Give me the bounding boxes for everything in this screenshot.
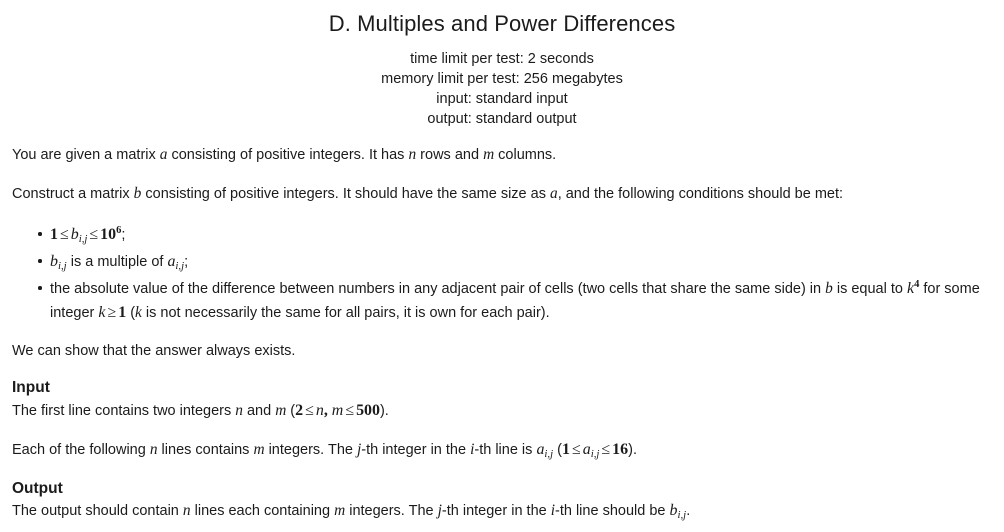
problem-header: D. Multiples and Power Differences time …	[12, 0, 992, 129]
text-fragment: is a multiple of	[66, 254, 168, 271]
math-variable-a: a	[582, 440, 591, 458]
text-fragment: (	[553, 441, 562, 458]
math-variable-k: k	[906, 280, 915, 298]
text-fragment: consisting of positive integers. It shou…	[141, 185, 550, 202]
statement-paragraph-1: You are given a matrix a consisting of p…	[12, 145, 992, 165]
list-item: bi,j is a multiple of ai,j;	[12, 250, 992, 274]
math-variable-m: m	[331, 402, 344, 420]
math-operator-leq: ≤	[89, 226, 99, 244]
math-comma: ,	[323, 402, 328, 420]
output-section-heading: Output	[12, 479, 63, 497]
text-fragment: -th line is	[474, 441, 537, 458]
math-operator-leq: ≤	[571, 440, 581, 458]
statement-paragraph-2: Construct a matrix b consisting of posit…	[12, 184, 992, 204]
text-fragment: (	[126, 305, 136, 322]
math-variable-b: b	[50, 253, 58, 271]
math-expression-bound-b: 1 ≤ bi,j ≤106	[50, 226, 121, 245]
math-variable-n: n	[408, 145, 417, 163]
math-variable-m: m	[483, 145, 495, 163]
text-fragment: and	[242, 403, 276, 420]
math-variable-b-ij: bi,j	[50, 253, 67, 273]
text-fragment: ).	[628, 441, 637, 458]
list-item: the absolute value of the difference bet…	[12, 277, 992, 325]
text-fragment: ).	[379, 403, 389, 420]
math-variable-k: k	[135, 304, 142, 322]
math-variable-n: n	[182, 502, 191, 520]
text-fragment: rows and	[416, 146, 484, 163]
output-paragraph-1: The output should contain n lines each c…	[12, 500, 992, 522]
statement-body: You are given a matrix a consisting of p…	[12, 145, 992, 362]
text-fragment: lines each containing	[190, 503, 335, 520]
math-subscript-ij: i,j	[677, 509, 687, 522]
text-fragment: integers. The	[345, 503, 438, 520]
text-fragment: (	[286, 403, 296, 420]
text-fragment: integers. The	[264, 441, 357, 458]
math-operator-geq: ≥	[107, 304, 117, 322]
math-expression-nm-range: 2 ≤ n, m ≤500	[295, 402, 380, 419]
math-expression-a-range: 1 ≤ ai,j ≤16	[562, 440, 629, 459]
input-paragraph-2: Each of the following n lines contains m…	[12, 439, 992, 461]
math-variable-a: a	[550, 184, 558, 202]
output-mode-line: output: standard output	[427, 110, 577, 127]
input-section: Input The first line contains two intege…	[12, 377, 992, 460]
text-fragment: The output should contain	[12, 503, 183, 520]
math-number-one: 1	[118, 304, 127, 322]
text-fragment: You are given a matrix	[12, 146, 160, 163]
input-mode-line: input: standard input	[436, 90, 568, 107]
math-expression-k-fourth: k4	[906, 280, 919, 298]
problem-limits: time limit per test: 2 seconds memory li…	[12, 49, 992, 129]
text-fragment: ;	[184, 254, 189, 271]
memory-limit-line: memory limit per test: 256 megabytes	[381, 70, 623, 87]
page-title: D. Multiples and Power Differences	[328, 11, 676, 36]
math-variable-m: m	[275, 402, 287, 420]
text-fragment: -th line should be	[555, 503, 670, 520]
text-fragment: Each of the following	[12, 441, 150, 458]
text-fragment: is equal to	[832, 281, 907, 298]
math-expression-k-geq-one: k ≥1	[98, 304, 126, 321]
text-fragment: columns.	[494, 146, 557, 163]
input-section-heading: Input	[12, 379, 50, 397]
statement-paragraph-3: We can show that the answer always exist…	[12, 343, 296, 360]
text-fragment: -th integer in the	[361, 441, 471, 458]
math-operator-leq: ≤	[59, 226, 69, 244]
text-fragment: , and the following conditions should be…	[557, 185, 844, 202]
math-number-ten: 10	[100, 226, 117, 244]
list-item: 1 ≤ bi,j ≤106;	[12, 223, 992, 247]
math-variable-b-ij: bi,j	[669, 502, 687, 522]
text-fragment: is not necessarily the same for all pair…	[141, 305, 550, 322]
problem-statement-page: D. Multiples and Power Differences time …	[0, 0, 1004, 522]
math-variable-b: b	[825, 280, 833, 298]
time-limit-line: time limit per test: 2 seconds	[410, 50, 594, 67]
math-variable-a-ij: ai,j	[536, 441, 554, 460]
math-variable-a-ij: ai,j	[167, 253, 185, 273]
math-number-one: 1	[50, 226, 58, 244]
math-number-16: 16	[612, 440, 629, 458]
text-fragment: Construct a matrix	[12, 185, 134, 202]
math-subscript-ij: i,j	[544, 447, 554, 460]
math-subscript-ij: i,j	[175, 260, 185, 273]
math-number-500: 500	[356, 402, 380, 420]
math-variable-m: m	[334, 502, 346, 520]
math-operator-leq: ≤	[601, 440, 611, 458]
text-fragment: ;	[121, 227, 126, 244]
math-operator-leq: ≤	[345, 402, 355, 420]
math-operator-leq: ≤	[305, 402, 314, 420]
conditions-list: 1 ≤ bi,j ≤106; bi,j is a multiple of ai,j; …	[12, 223, 992, 325]
input-paragraph-1: The first line contains two integers n a…	[12, 400, 992, 422]
text-fragment: The first line contains two integers	[12, 403, 236, 420]
math-variable-n: n	[315, 402, 324, 420]
math-variable-m: m	[253, 440, 265, 458]
math-variable-n: n	[235, 402, 243, 420]
text-fragment: .	[686, 503, 691, 520]
math-number-one: 1	[562, 440, 570, 458]
output-section: Output The output should contain n lines…	[12, 478, 992, 522]
text-fragment: the absolute value of the difference bet…	[50, 281, 826, 298]
text-fragment: consisting of positive integers. It has	[167, 146, 409, 163]
math-variable-n: n	[149, 440, 158, 458]
math-number-two: 2	[295, 402, 304, 420]
text-fragment: lines contains	[157, 441, 254, 458]
math-variable-b: b	[70, 226, 79, 244]
math-subscript-ij: i,j	[57, 260, 67, 273]
text-fragment: -th integer in the	[441, 503, 551, 520]
